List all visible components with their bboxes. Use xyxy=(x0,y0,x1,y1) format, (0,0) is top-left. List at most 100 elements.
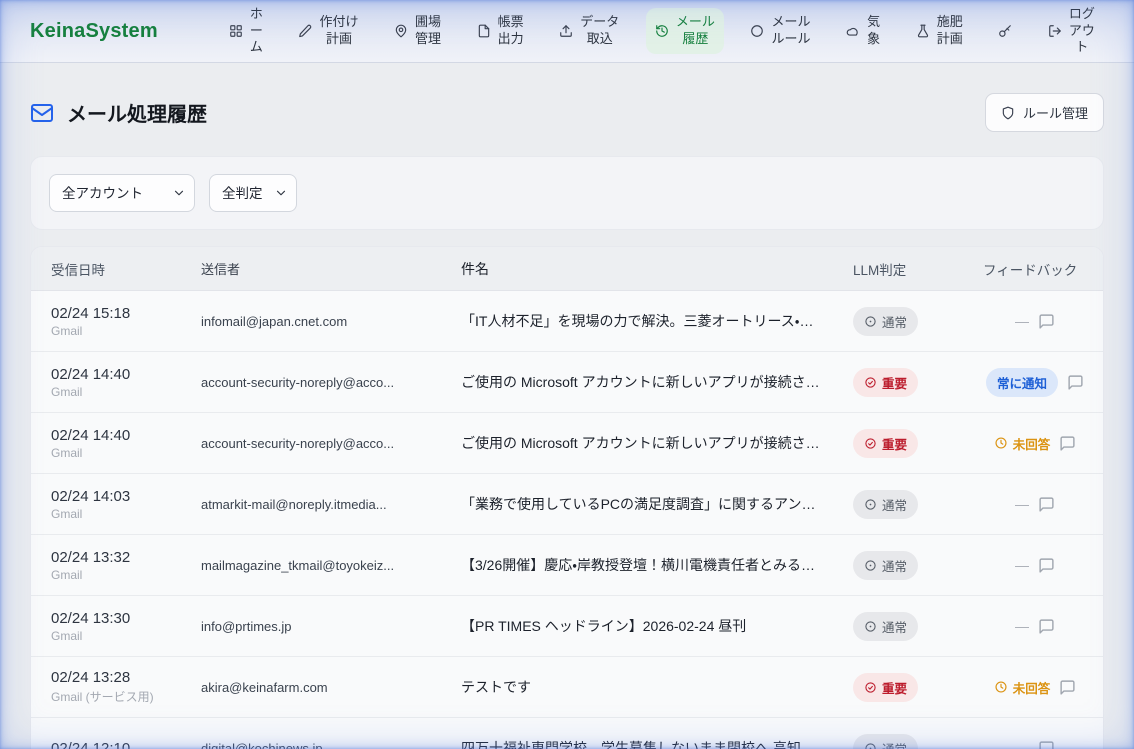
sender-email: infomail@japan.cnet.com xyxy=(181,314,441,329)
nav-item-label: 施肥 計画 xyxy=(937,14,963,48)
nav-item-weather[interactable]: 気 象 xyxy=(837,8,889,54)
filter-bar: 全アカウント 全判定 xyxy=(30,156,1104,230)
main-nav: ホ ー ム 作付け 計画 圃場 管理 帳票 出力 データ 取込 メール 履歴 メ… xyxy=(220,3,1104,59)
mail-subject: 【3/26開催】慶応・岸教授登壇！横川電機責任者とみる経営... xyxy=(441,555,833,575)
mail-table-body: 02/24 15:18 Gmail infomail@japan.cnet.co… xyxy=(31,291,1103,749)
table-row[interactable]: 02/24 14:40 Gmail account-security-norep… xyxy=(31,413,1103,474)
received-datetime: 02/24 14:40 xyxy=(51,366,181,383)
account-label: Gmail xyxy=(51,629,181,643)
judgment-icon xyxy=(864,742,877,749)
mail-subject: 「IT人材不足」を現場の力で解決。三菱オートリース・MS＆AD... xyxy=(441,311,833,331)
account-filter-select[interactable]: 全アカウント xyxy=(49,174,195,212)
brand-logo[interactable]: KeinaSystem xyxy=(30,20,158,43)
llm-judgment-badge: 重要 xyxy=(853,368,918,397)
table-row[interactable]: 02/24 14:40 Gmail account-security-norep… xyxy=(31,352,1103,413)
judgment-label: 通常 xyxy=(882,495,907,514)
nav-item-planting-plan[interactable]: 作付け 計画 xyxy=(289,8,367,54)
map-pin-icon xyxy=(394,22,408,40)
nav-item-mail-history[interactable]: メール 履歴 xyxy=(646,8,724,54)
history-icon xyxy=(655,22,669,40)
received-datetime: 02/24 13:32 xyxy=(51,549,181,566)
judgment-icon xyxy=(864,376,877,389)
page-title-text: メール処理履歴 xyxy=(67,98,207,127)
feedback-empty: — xyxy=(1015,618,1029,634)
received-datetime: 02/24 13:28 xyxy=(51,669,181,686)
judgment-label: 通常 xyxy=(882,739,907,749)
sender-email: digital@kochinews.jp xyxy=(181,741,441,749)
mail-icon xyxy=(30,101,54,125)
key-icon xyxy=(998,22,1012,40)
table-row[interactable]: 02/24 14:03 Gmail atmarkit-mail@noreply.… xyxy=(31,474,1103,535)
judgment-filter-select[interactable]: 全判定 xyxy=(209,174,297,212)
received-datetime: 02/24 15:18 xyxy=(51,305,181,322)
nav-item-field-management[interactable]: 圃場 管理 xyxy=(385,8,450,54)
feedback-empty: — xyxy=(1015,496,1029,512)
feedback-unanswered-label: 未回答 xyxy=(1013,434,1051,453)
comment-icon[interactable] xyxy=(1059,679,1076,696)
table-row[interactable]: 02/24 12:10 digital@kochinews.jp 四万十福祉専門… xyxy=(31,718,1103,749)
comment-icon[interactable] xyxy=(1059,435,1076,452)
judgment-label: 通常 xyxy=(882,556,907,575)
nav-item-label: データ 取込 xyxy=(580,14,619,48)
nav-item-label: メール 履歴 xyxy=(676,14,715,48)
mail-subject: ご使用の Microsoft アカウントに新しいアプリが接続されました xyxy=(441,372,833,392)
mail-subject: ご使用の Microsoft アカウントに新しいアプリが接続されました xyxy=(441,433,833,453)
flask-icon xyxy=(916,22,930,40)
received-datetime: 02/24 12:10 xyxy=(51,740,181,749)
nav-item-label: ホ ー ム xyxy=(250,6,263,57)
comment-icon[interactable] xyxy=(1038,740,1055,749)
comment-icon[interactable] xyxy=(1038,496,1055,513)
grid-icon xyxy=(229,22,243,40)
comment-icon[interactable] xyxy=(1038,618,1055,635)
sender-email: mailmagazine_tkmail@toyokeiz... xyxy=(181,558,441,573)
llm-judgment-badge: 重要 xyxy=(853,429,918,458)
judgment-label: 重要 xyxy=(882,678,907,697)
feedback-empty: — xyxy=(1015,313,1029,329)
judgment-icon xyxy=(864,437,877,450)
account-label: Gmail xyxy=(51,385,181,399)
llm-judgment-badge: 通常 xyxy=(853,490,918,519)
nav-item-mail-rules[interactable]: メール ルール xyxy=(741,8,819,54)
received-datetime: 02/24 14:03 xyxy=(51,488,181,505)
nav-item-label: 帳票 出力 xyxy=(498,14,524,48)
mail-subject: テストです xyxy=(441,677,833,697)
nav-item-logout[interactable]: ログ アウ ト xyxy=(1039,3,1104,59)
received-datetime: 02/24 13:30 xyxy=(51,610,181,627)
mail-subject: 【PR TIMES ヘッドライン】2026-02-24 昼刊 xyxy=(441,616,833,636)
comment-icon[interactable] xyxy=(1067,374,1084,391)
account-label: Gmail xyxy=(51,568,181,582)
account-label: Gmail (サービス用) xyxy=(51,688,181,705)
table-row[interactable]: 02/24 13:32 Gmail mailmagazine_tkmail@to… xyxy=(31,535,1103,596)
nav-item-label: メール ルール xyxy=(771,14,810,48)
cloud-icon xyxy=(846,22,860,40)
mail-subject: 「業務で使用しているPCの満足度調査」に関するアンケート ≪... xyxy=(441,494,833,514)
judgment-icon xyxy=(864,315,877,328)
main-content: メール処理履歴 ルール管理 全アカウント 全判定 受信日時 送信者 件名 LLM… xyxy=(0,63,1134,749)
table-row[interactable]: 02/24 13:28 Gmail (サービス用) akira@keinafar… xyxy=(31,657,1103,718)
mail-subject: 四万十福祉専門学校、学生募集しないまま閉校へ 高知県... xyxy=(441,738,833,749)
shield-icon xyxy=(1001,106,1015,120)
comment-icon[interactable] xyxy=(1038,313,1055,330)
nav-item-password[interactable] xyxy=(989,16,1021,46)
feedback-unanswered: 未回答 xyxy=(994,678,1051,697)
table-row[interactable]: 02/24 13:30 Gmail info@prtimes.jp 【PR TI… xyxy=(31,596,1103,657)
rule-management-label: ルール管理 xyxy=(1023,103,1088,122)
nav-item-report-output[interactable]: 帳票 出力 xyxy=(468,8,533,54)
feedback-unanswered-label: 未回答 xyxy=(1013,678,1051,697)
account-label: Gmail xyxy=(51,324,181,338)
comment-icon[interactable] xyxy=(1038,557,1055,574)
upload-icon xyxy=(559,22,573,40)
rule-management-button[interactable]: ルール管理 xyxy=(985,93,1104,132)
table-row[interactable]: 02/24 15:18 Gmail infomail@japan.cnet.co… xyxy=(31,291,1103,352)
nav-item-fertilization-plan[interactable]: 施肥 計画 xyxy=(907,8,972,54)
nav-item-data-import[interactable]: データ 取込 xyxy=(550,8,628,54)
sender-email: account-security-noreply@acco... xyxy=(181,436,441,451)
nav-item-label: 作付け 計画 xyxy=(319,14,358,48)
nav-item-label: 圃場 管理 xyxy=(415,14,441,48)
circle-icon xyxy=(750,22,764,40)
sender-email: atmarkit-mail@noreply.itmedia... xyxy=(181,497,441,512)
nav-item-home[interactable]: ホ ー ム xyxy=(220,3,272,59)
received-datetime: 02/24 14:40 xyxy=(51,427,181,444)
judgment-icon xyxy=(864,498,877,511)
nav-item-label: ログ アウ ト xyxy=(1069,6,1095,57)
